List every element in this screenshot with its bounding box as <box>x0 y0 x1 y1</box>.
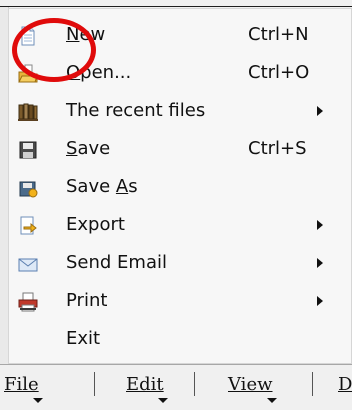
menu-item-exit[interactable]: Exit <box>8 321 352 359</box>
menubar-next-partial-label: D <box>338 374 352 395</box>
menu-item-label: New <box>66 24 106 45</box>
menu-item-label: Save As <box>66 176 138 197</box>
top-border <box>0 6 352 7</box>
menu-item-send-email[interactable]: Send Email <box>8 245 352 283</box>
menubar-separator <box>312 372 313 396</box>
menubar-file-label: File <box>4 374 39 395</box>
shortcut-label: Ctrl+N <box>248 24 309 45</box>
chevron-down-icon <box>32 398 43 403</box>
menu-item-save[interactable]: Save Ctrl+S <box>8 131 352 169</box>
chevron-down-icon <box>157 398 168 403</box>
new-document-icon <box>21 26 35 46</box>
email-icon <box>18 258 38 272</box>
menu-item-label: The recent files <box>66 100 206 121</box>
menubar-view[interactable]: View <box>228 374 277 403</box>
menubar-separator <box>194 372 195 396</box>
submenu-arrow-icon <box>317 296 323 306</box>
menu-item-save-as[interactable]: Save As <box>8 169 352 207</box>
save-as-icon <box>19 181 38 198</box>
recent-files-icon <box>18 103 38 121</box>
chevron-down-icon <box>266 398 277 403</box>
shortcut-label: Ctrl+S <box>248 138 307 159</box>
menu-item-label: Export <box>66 214 125 235</box>
menu-bar: File Edit View D <box>0 364 352 410</box>
app-window: New Ctrl+N Open... Ctrl+O The recent fil… <box>0 0 352 410</box>
menu-item-print[interactable]: Print <box>8 283 352 321</box>
export-icon <box>20 216 37 235</box>
menu-item-recent-files[interactable]: The recent files <box>8 93 352 131</box>
shortcut-label: Ctrl+O <box>248 62 310 83</box>
menubar-separator <box>94 372 95 396</box>
menu-item-new[interactable]: New Ctrl+N <box>8 17 352 55</box>
menubar-edit-label: Edit <box>126 374 164 395</box>
menu-item-label: Open... <box>66 62 132 83</box>
menu-item-label: Print <box>66 290 108 311</box>
menubar-edit[interactable]: Edit <box>126 374 168 403</box>
menubar-view-label: View <box>228 374 273 395</box>
menu-item-label: Save <box>66 138 111 159</box>
open-folder-icon <box>18 64 38 83</box>
menu-item-label: Exit <box>66 328 101 349</box>
menubar-next-partial[interactable]: D <box>338 374 352 395</box>
menu-item-export[interactable]: Export <box>8 207 352 245</box>
menubar-file[interactable]: File <box>4 374 43 403</box>
print-icon <box>18 292 38 312</box>
file-menu-dropdown: New Ctrl+N Open... Ctrl+O The recent fil… <box>8 8 352 364</box>
submenu-arrow-icon <box>317 106 323 116</box>
submenu-arrow-icon <box>317 220 323 230</box>
menu-item-open[interactable]: Open... Ctrl+O <box>8 55 352 93</box>
menu-item-label: Send Email <box>66 252 167 273</box>
submenu-arrow-icon <box>317 258 323 268</box>
save-icon <box>19 141 37 159</box>
